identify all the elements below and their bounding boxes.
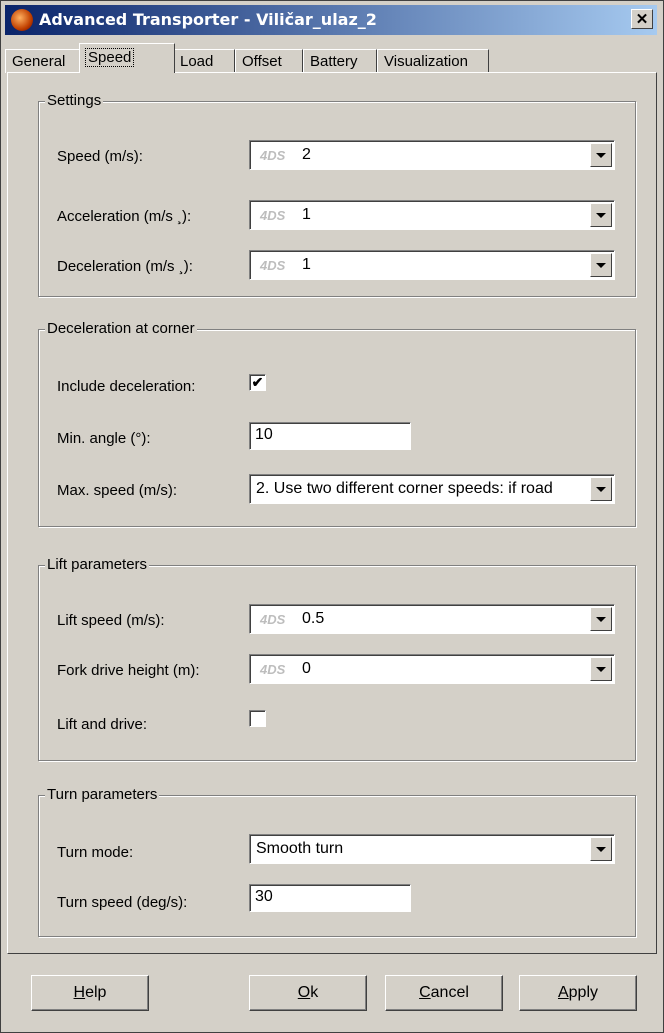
dropdown-arrow-icon[interactable] xyxy=(590,837,612,861)
deceleration-value: 1 xyxy=(302,256,311,273)
apply-button[interactable]: Apply xyxy=(519,975,637,1011)
lift-and-drive-checkbox[interactable] xyxy=(249,710,266,727)
turn-speed-label: Turn speed (deg/s): xyxy=(57,894,188,911)
speed-label: Speed (m/s): xyxy=(57,148,143,165)
ok-button[interactable]: Ok xyxy=(249,975,367,1011)
turn-mode-value: Smooth turn xyxy=(256,840,344,857)
max-speed-combo[interactable]: 2. Use two different corner speeds: if r… xyxy=(249,474,615,504)
dropdown-arrow-icon[interactable] xyxy=(590,657,612,681)
include-deceleration-checkbox[interactable]: ✔ xyxy=(249,374,266,391)
cancel-label: ancel xyxy=(430,984,469,1001)
tab-speed-label: Speed xyxy=(84,48,135,67)
ok-accel: O xyxy=(297,984,311,1001)
deceleration-combo[interactable]: 4DS 1 xyxy=(249,250,615,280)
acceleration-value: 1 xyxy=(302,206,311,223)
turn-mode-combo[interactable]: Smooth turn xyxy=(249,834,615,864)
dropdown-arrow-icon[interactable] xyxy=(590,203,612,227)
max-speed-label: Max. speed (m/s): xyxy=(57,482,178,499)
tab-visualization[interactable]: Visualization xyxy=(377,49,489,73)
tab-offset[interactable]: Offset xyxy=(235,49,303,73)
turn-speed-input[interactable]: 30 xyxy=(249,884,411,912)
dialog-window: Advanced Transporter - Viličar_ulaz_2 ✕ … xyxy=(0,0,664,1033)
turn-mode-label: Turn mode: xyxy=(57,844,134,861)
apply-accel: A xyxy=(557,984,569,1001)
lift-speed-combo[interactable]: 4DS 0.5 xyxy=(249,604,615,634)
4ds-tag: 4DS xyxy=(260,612,286,627)
lift-parameters-group: Lift parameters Lift speed (m/s): 4DS 0.… xyxy=(38,556,636,761)
max-speed-value: 2. Use two different corner speeds: if r… xyxy=(256,480,553,497)
tab-battery[interactable]: Battery xyxy=(303,49,377,73)
speed-value: 2 xyxy=(302,146,311,163)
turn-parameters-group: Turn parameters Turn mode: Smooth turn T… xyxy=(38,786,636,937)
help-label: elp xyxy=(85,984,107,1001)
corner-legend: Deceleration at corner xyxy=(45,320,197,337)
min-angle-label: Min. angle (°): xyxy=(57,430,151,447)
title-bar[interactable]: Advanced Transporter - Viličar_ulaz_2 ✕ xyxy=(5,5,657,35)
acceleration-combo[interactable]: 4DS 1 xyxy=(249,200,615,230)
settings-group: Settings Speed (m/s): 4DS 2 Acceleration… xyxy=(38,92,636,297)
tab-speed[interactable]: Speed xyxy=(79,43,175,73)
cancel-button[interactable]: Cancel xyxy=(385,975,503,1011)
lift-speed-label: Lift speed (m/s): xyxy=(57,612,165,629)
help-button[interactable]: Help xyxy=(31,975,149,1011)
apply-label: pply xyxy=(568,984,599,1001)
app-icon xyxy=(11,9,33,31)
fork-drive-height-label: Fork drive height (m): xyxy=(57,662,200,679)
include-deceleration-label: Include deceleration: xyxy=(57,378,196,395)
corner-deceleration-group: Deceleration at corner Include decelerat… xyxy=(38,320,636,527)
ok-label: k xyxy=(310,984,319,1001)
fork-drive-height-value: 0 xyxy=(302,660,311,677)
4ds-tag: 4DS xyxy=(260,662,286,677)
4ds-tag: 4DS xyxy=(260,208,286,223)
dropdown-arrow-icon[interactable] xyxy=(590,607,612,631)
turn-legend: Turn parameters xyxy=(45,786,160,803)
cancel-accel: C xyxy=(419,984,431,1001)
tab-general[interactable]: General xyxy=(5,49,81,73)
close-button[interactable]: ✕ xyxy=(631,9,653,29)
dropdown-arrow-icon[interactable] xyxy=(590,477,612,501)
min-angle-input[interactable]: 10 xyxy=(249,422,411,450)
window-title: Advanced Transporter - Viličar_ulaz_2 xyxy=(39,10,377,29)
acceleration-label: Acceleration (m/s ¸): xyxy=(57,208,192,225)
dropdown-arrow-icon[interactable] xyxy=(590,143,612,167)
fork-drive-height-combo[interactable]: 4DS 0 xyxy=(249,654,615,684)
speed-combo[interactable]: 4DS 2 xyxy=(249,140,615,170)
lift-and-drive-label: Lift and drive: xyxy=(57,716,148,733)
lift-speed-value: 0.5 xyxy=(302,610,325,627)
tab-page-speed: Settings Speed (m/s): 4DS 2 Acceleration… xyxy=(7,72,657,954)
help-accel: H xyxy=(73,984,86,1001)
4ds-tag: 4DS xyxy=(260,258,286,273)
settings-legend: Settings xyxy=(45,92,104,109)
lift-legend: Lift parameters xyxy=(45,556,150,573)
tab-load[interactable]: Load xyxy=(173,49,235,73)
4ds-tag: 4DS xyxy=(260,148,286,163)
deceleration-label: Deceleration (m/s ¸): xyxy=(57,258,193,275)
dropdown-arrow-icon[interactable] xyxy=(590,253,612,277)
